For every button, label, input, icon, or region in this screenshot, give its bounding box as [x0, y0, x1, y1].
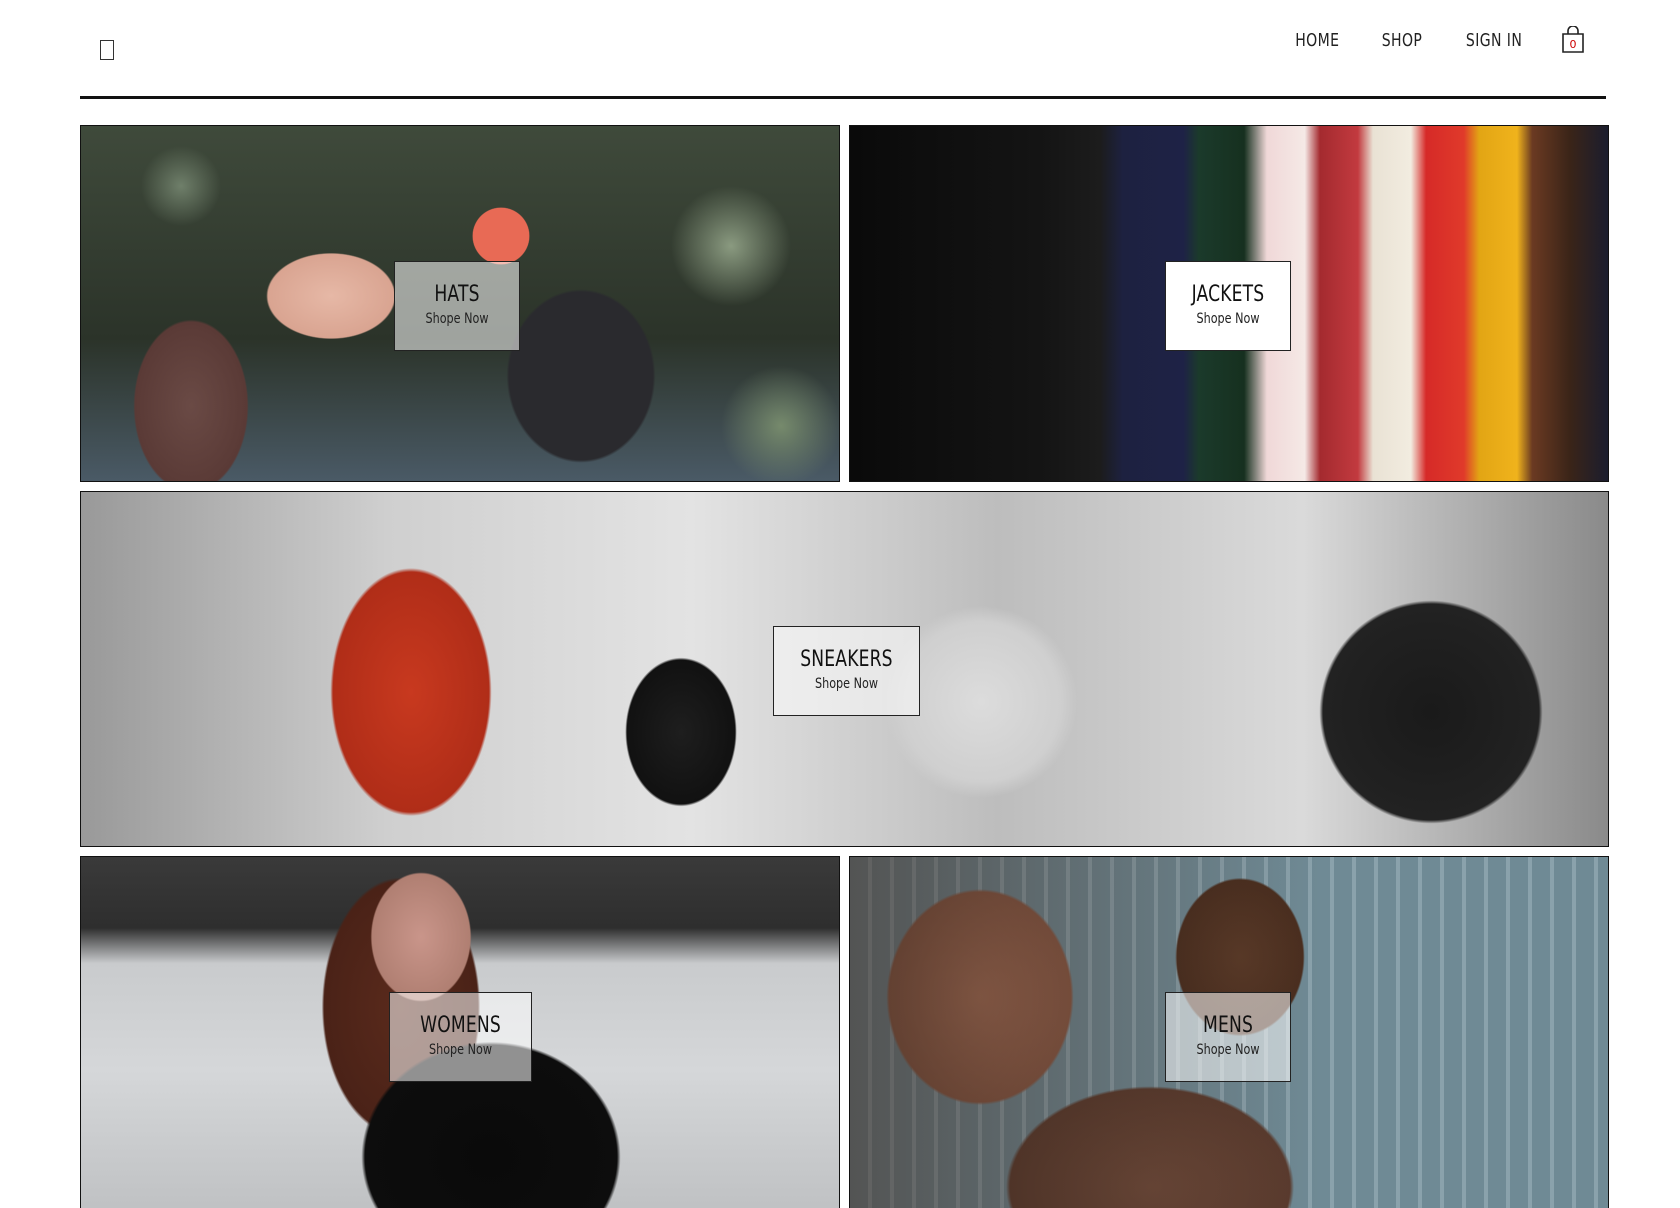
category-tile-jackets[interactable]: JACKETS Shope Now [849, 125, 1609, 482]
category-title: SNEAKERS [800, 647, 893, 672]
category-title: MENS [1202, 1013, 1253, 1038]
nav-shop-link[interactable]: SHOP [1382, 30, 1423, 51]
page: HOME SHOP SIGN IN 0 HATS Shope Now JACKE… [0, 0, 1680, 1208]
category-title: WOMENS [420, 1013, 501, 1038]
nav-sign-in-link[interactable]: SIGN IN [1466, 30, 1522, 51]
category-title: HATS [434, 282, 480, 307]
shop-now-link[interactable]: Shope Now [407, 310, 506, 328]
category-label-jackets[interactable]: JACKETS Shope Now [1165, 261, 1291, 351]
header-divider [80, 96, 1606, 99]
category-label-sneakers[interactable]: SNEAKERS Shope Now [773, 626, 920, 716]
category-label-hats[interactable]: HATS Shope Now [394, 261, 520, 351]
nav-home-link[interactable]: HOME [1295, 30, 1339, 51]
category-tile-womens[interactable]: WOMENS Shope Now [80, 856, 840, 1208]
category-label-womens[interactable]: WOMENS Shope Now [389, 992, 532, 1082]
category-title: JACKETS [1191, 282, 1265, 307]
header: HOME SHOP SIGN IN 0 [80, 0, 1606, 100]
category-label-mens[interactable]: MENS Shope Now [1165, 992, 1291, 1082]
category-tile-hats[interactable]: HATS Shope Now [80, 125, 840, 482]
logo-icon[interactable] [100, 40, 114, 60]
shop-now-link[interactable]: Shope Now [1178, 1041, 1277, 1059]
category-tile-mens[interactable]: MENS Shope Now [849, 856, 1609, 1208]
shop-now-link[interactable]: Shope Now [1178, 310, 1277, 328]
cart-count: 0 [1569, 38, 1577, 51]
shop-now-link[interactable]: Shope Now [789, 675, 905, 693]
main-nav: HOME SHOP SIGN IN 0 [1289, 20, 1586, 60]
cart-button[interactable]: 0 [1560, 26, 1586, 54]
category-tile-sneakers[interactable]: SNEAKERS Shope Now [80, 491, 1609, 847]
shop-now-link[interactable]: Shope Now [404, 1041, 517, 1059]
